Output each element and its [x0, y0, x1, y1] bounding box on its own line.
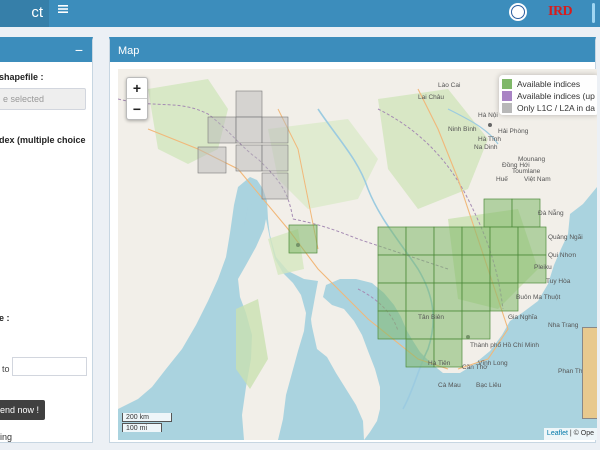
app-logo[interactable]: ct — [0, 0, 49, 27]
map-place-label: Nha Trang — [548, 322, 579, 329]
collapse-button[interactable]: − — [75, 43, 83, 57]
partner-logo-ird: IRD — [548, 4, 573, 19]
legend-item-updated: Available indices (up — [502, 90, 597, 102]
map-place-label: Quảng Ngãi — [548, 234, 583, 241]
attribution-text: | © Ope — [567, 430, 594, 437]
map-panel: Map Hà Nội Hải Phòng Đồng Hới Huế Việt N… — [109, 37, 597, 443]
tile-green — [405, 254, 435, 284]
tile-gray — [235, 144, 263, 172]
map-place-label: Hà Nội — [478, 112, 498, 119]
legend-item-available: Available indices — [502, 78, 597, 90]
legend-label: Available indices — [517, 79, 581, 89]
legend-swatch-purple — [502, 91, 512, 101]
map-place-label: Vĩnh Long — [478, 360, 508, 367]
legend-item-only-l1c: Only L1C / L2A in da — [502, 102, 597, 114]
tile-gray — [197, 146, 227, 174]
map-place-label: Gia Nghĩa — [508, 314, 538, 321]
zoom-out-button[interactable]: − — [127, 98, 147, 119]
map-place-label: Hà Tiên — [428, 360, 451, 367]
status-text: ing — [0, 432, 13, 442]
app-title: ct — [31, 4, 43, 21]
map-legend: Available indices Available indices (up … — [499, 75, 597, 115]
end-date-input[interactable] — [12, 357, 87, 376]
zoom-control: + − — [126, 77, 148, 120]
tile-green — [461, 254, 491, 284]
map-place-label: Cà Mau — [438, 382, 461, 389]
map-place-label: Tân Biên — [418, 314, 444, 321]
tile-green — [489, 282, 519, 312]
tile-green — [483, 198, 513, 228]
scale-mi: 100 mi — [122, 423, 162, 432]
tile-gray — [261, 172, 289, 200]
shapefile-select[interactable]: e selected — [0, 88, 86, 110]
tile-green — [433, 254, 463, 284]
tile-green — [517, 226, 547, 256]
map-place-label: Na Dinh — [474, 144, 498, 151]
scale-km: 200 km — [122, 413, 172, 422]
send-button[interactable]: Send now ! — [0, 400, 45, 420]
map-place-label: Tuy Hòa — [546, 278, 571, 285]
map-place-label: Ninh Bình — [448, 126, 477, 133]
map-place-label: Qui Nhơn — [548, 252, 576, 259]
tile-gray — [235, 116, 263, 144]
tile-green — [461, 226, 491, 256]
scale-bar: 200 km 100 mi — [122, 413, 172, 433]
map-place-label: Buôn Ma Thuột — [516, 294, 561, 301]
tile-green — [377, 226, 407, 256]
tile-green — [489, 226, 519, 256]
map-place-label: Huế — [496, 174, 508, 183]
tile-green — [461, 282, 491, 312]
map-place-label: Bạc Liêu — [476, 382, 502, 389]
map-place-label: Hà Tĩnh — [478, 136, 501, 143]
tile-green — [461, 310, 491, 340]
map-panel-title: Map — [110, 40, 595, 62]
partner-logo-3 — [592, 3, 595, 23]
zoom-in-button[interactable]: + — [127, 78, 147, 98]
date-label: e : — [0, 313, 10, 323]
tile-green — [433, 282, 463, 312]
tile-green — [489, 254, 519, 284]
map-inset — [582, 327, 597, 419]
basemap: Hà NộiHải PhòngĐồng HớiHuế Việt NamQuảng … — [118, 69, 597, 440]
shapefile-label: shapefile : — [0, 72, 44, 82]
map-canvas[interactable]: Hà Nội Hải Phòng Đồng Hới Huế Việt Nam Quảng … — [118, 69, 597, 440]
map-place-label: Toumlane — [512, 168, 541, 175]
tile-green — [405, 226, 435, 256]
tile-green — [511, 198, 541, 228]
map-place-label: Việt Nam — [524, 176, 551, 183]
hamburger-icon[interactable] — [58, 4, 68, 14]
legend-swatch-gray — [502, 103, 512, 113]
legend-label: Available indices (up — [517, 91, 595, 101]
map-place-label: Đà Nẵng — [538, 208, 564, 217]
tile-gray — [235, 90, 263, 118]
tile-green — [288, 224, 318, 254]
map-place-label: Pleiku — [534, 264, 552, 271]
map-attribution: Leaflet | © Ope — [543, 428, 597, 440]
index-label: dex (multiple choice — [0, 135, 86, 145]
map-place-label: Lai Châu — [418, 94, 444, 101]
map-place-label: Mounang — [518, 156, 545, 163]
legend-swatch-green — [502, 79, 512, 89]
date-to-label: to — [2, 364, 10, 374]
tile-green — [405, 282, 435, 312]
tile-gray — [261, 144, 289, 172]
map-place-label: Hải Phòng — [498, 128, 529, 135]
map-place-label: Lào Cai — [438, 82, 460, 89]
tile-green — [377, 254, 407, 284]
tile-green — [377, 282, 407, 312]
left-panel: − shapefile : e selected dex (multiple c… — [0, 37, 93, 443]
city-dot — [488, 123, 492, 127]
leaflet-link[interactable]: Leaflet — [547, 430, 568, 437]
legend-label: Only L1C / L2A in da — [517, 103, 595, 113]
tile-green — [377, 310, 407, 340]
map-place-label: Thành phố Hồ Chí Minh — [470, 340, 539, 349]
tile-gray — [207, 116, 237, 144]
tile-gray — [261, 116, 289, 144]
partner-logo-seal — [509, 3, 527, 21]
top-navbar: ct IRD — [0, 0, 600, 27]
left-panel-header: − — [0, 40, 92, 62]
tile-green — [433, 226, 463, 256]
